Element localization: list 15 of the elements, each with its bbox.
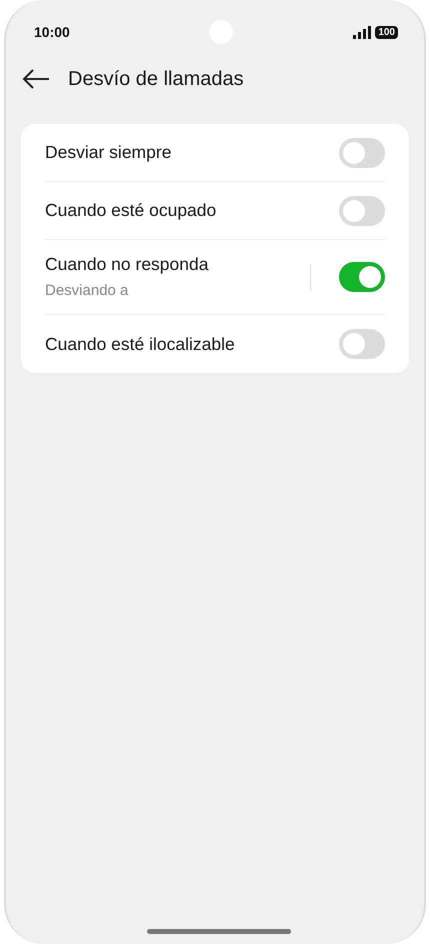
signal-icon: [353, 26, 372, 39]
setting-label: Cuando esté ilocalizable: [45, 332, 236, 356]
setting-label: Cuando no responda: [45, 253, 210, 276]
clock: 10:00: [34, 23, 70, 42]
setting-subtitle: Desviando a: [45, 281, 130, 302]
page-title: Desvío de llamadas: [68, 67, 244, 91]
back-arrow-icon[interactable]: [22, 69, 50, 89]
toggle-switch[interactable]: [339, 196, 385, 226]
setting-label: Cuando esté ocupado: [45, 199, 218, 222]
setting-label: Desviar siempre: [45, 141, 172, 164]
toggle-switch[interactable]: [339, 262, 385, 292]
home-indicator[interactable]: [147, 929, 291, 934]
toggle-switch[interactable]: [339, 329, 385, 359]
toggle-switch[interactable]: [339, 138, 385, 168]
battery-level: 100: [375, 26, 398, 39]
